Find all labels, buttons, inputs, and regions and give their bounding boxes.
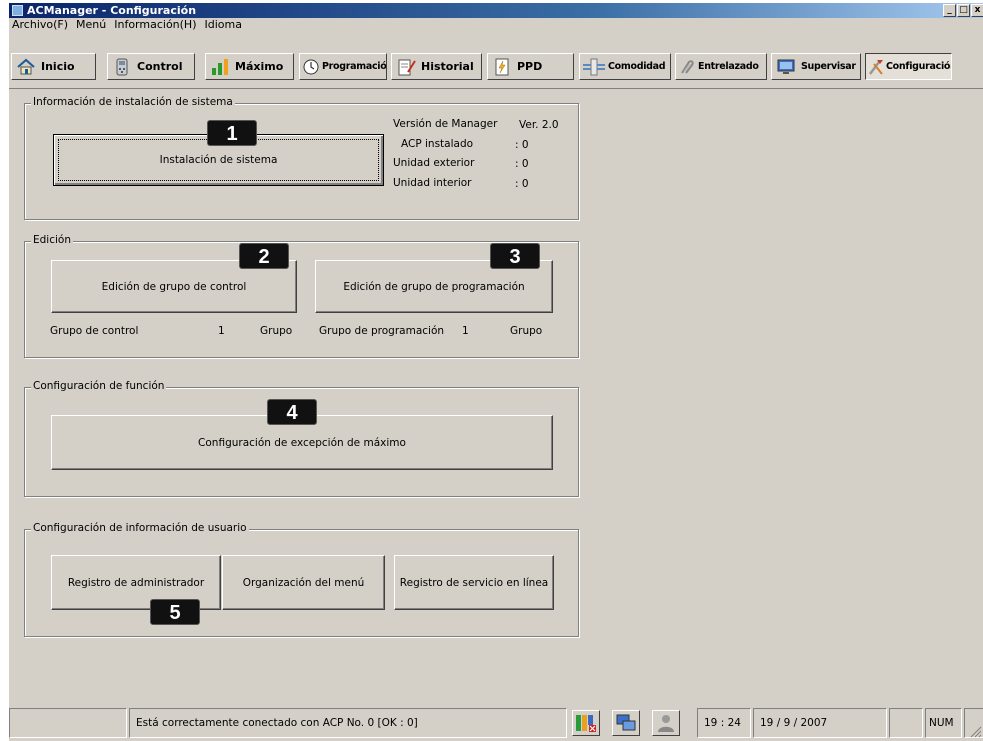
network-computer-icon[interactable] — [612, 710, 640, 736]
tab-label: Inicio — [41, 60, 75, 73]
user-info-group: Configuración de información de usuario … — [24, 522, 579, 637]
status-panel-empty — [9, 708, 127, 738]
control-group-label: Grupo de control — [50, 325, 139, 337]
schedule-group-unit: Grupo — [510, 325, 543, 337]
control-group-count: 1 — [218, 325, 225, 337]
tab-label: Entrelazado — [698, 61, 759, 72]
tab-configuracion[interactable]: Configuración — [865, 53, 952, 80]
tab-historial[interactable]: Historial — [391, 53, 482, 80]
acp-installed-value: : 0 — [515, 139, 529, 151]
power-doc-icon — [492, 58, 512, 76]
tab-label: Programación — [322, 61, 387, 72]
manager-version-label: Versión de Manager — [393, 118, 498, 130]
acp-installed-label: ACP instalado — [401, 138, 474, 150]
tab-inicio[interactable]: Inicio — [11, 53, 96, 80]
tab-label: Máximo — [235, 60, 284, 73]
outdoor-unit-value: : 0 — [515, 158, 529, 170]
button-label: Organización del menú — [242, 576, 365, 589]
close-button[interactable]: x — [971, 4, 983, 17]
callout-2: 2 — [239, 243, 289, 269]
interlock-icon — [679, 58, 695, 76]
menu-idioma[interactable]: Idioma — [202, 18, 247, 32]
callout-4: 4 — [267, 399, 317, 425]
user-icon[interactable] — [652, 710, 680, 736]
app-icon — [12, 5, 23, 16]
group-title: Configuración de función — [31, 380, 167, 392]
group-title: Configuración de información de usuario — [31, 522, 249, 534]
document-pencil-icon — [396, 58, 416, 76]
button-label: Registro de administrador — [67, 576, 205, 589]
group-title: Edición — [31, 234, 73, 246]
comfort-icon — [582, 58, 606, 76]
resize-grip-icon[interactable] — [970, 726, 982, 738]
tab-programacion[interactable]: Programación — [299, 53, 387, 80]
button-label: Registro de servicio en línea — [399, 576, 549, 589]
tools-icon — [867, 58, 885, 76]
status-message: Está correctamente conectado con ACP No.… — [129, 708, 567, 738]
tab-label: Comodidad — [608, 61, 666, 72]
status-time: 19 : 24 — [697, 708, 751, 738]
tab-control[interactable]: Control — [107, 53, 195, 80]
schedule-group-label: Grupo de programación — [319, 325, 445, 337]
callout-3: 3 — [490, 243, 540, 269]
tab-label: Historial — [421, 60, 474, 73]
status-date: 19 / 9 / 2007 — [753, 708, 887, 738]
tab-label: PPD — [517, 60, 543, 73]
menu-menu[interactable]: Menú — [73, 18, 111, 32]
minimize-button[interactable]: _ — [943, 4, 956, 17]
bar-chart-icon — [210, 58, 230, 76]
indoor-unit-value: : 0 — [515, 178, 529, 190]
monitor-icon — [776, 58, 796, 76]
callout-1: 1 — [207, 120, 257, 146]
maximize-button[interactable]: □ — [957, 4, 970, 17]
tab-maximo[interactable]: Máximo — [205, 53, 294, 80]
button-label: Edición de grupo de control — [101, 280, 247, 293]
status-bar: Está correctamente conectado con ACP No.… — [9, 706, 983, 740]
tab-supervisar[interactable]: Supervisar — [771, 53, 861, 80]
outdoor-unit-label: Unidad exterior — [393, 157, 475, 169]
control-group-unit: Grupo — [260, 325, 293, 337]
remote-control-icon — [112, 58, 132, 76]
manager-version-value: Ver. 2.0 — [519, 119, 559, 131]
window-title: ACManager - Configuración — [27, 4, 197, 17]
app-window: ACManager - Configuración _ □ x Archivo(… — [8, 3, 983, 741]
tab-entrelazado[interactable]: Entrelazado — [675, 53, 767, 80]
menu-archivo[interactable]: Archivo(F) — [9, 18, 73, 32]
install-info-group: Información de instalación de sistema In… — [24, 96, 579, 220]
tab-label: Supervisar — [801, 61, 856, 72]
home-icon — [16, 58, 36, 76]
alarm-grid-icon[interactable] — [572, 710, 600, 736]
button-label: Edición de grupo de programación — [343, 280, 525, 293]
menu-bar: Archivo(F) Menú Información(H) Idioma — [9, 18, 983, 32]
indoor-unit-label: Unidad interior — [393, 177, 472, 189]
title-bar[interactable]: ACManager - Configuración _ □ x — [9, 3, 983, 18]
clock-icon — [303, 58, 319, 76]
button-label: Configuración de excepción de máximo — [198, 436, 406, 449]
tab-comodidad[interactable]: Comodidad — [579, 53, 671, 80]
group-title: Información de instalación de sistema — [31, 96, 235, 108]
callout-5: 5 — [150, 599, 200, 625]
status-panel-blank — [889, 708, 923, 738]
tab-ppd[interactable]: PPD — [487, 53, 574, 80]
schedule-group-count: 1 — [462, 325, 469, 337]
tab-label: Control — [137, 60, 183, 73]
main-toolbar: Inicio Control Máximo Programación Histo… — [9, 33, 983, 89]
menu-organization-button[interactable]: Organización del menú — [222, 555, 385, 610]
tab-label: Configuración — [886, 61, 952, 72]
window-controls: _ □ x — [942, 4, 983, 17]
online-service-register-button[interactable]: Registro de servicio en línea — [394, 555, 554, 610]
num-lock-indicator: NUM — [925, 708, 962, 738]
menu-informacion[interactable]: Información(H) — [111, 18, 201, 32]
